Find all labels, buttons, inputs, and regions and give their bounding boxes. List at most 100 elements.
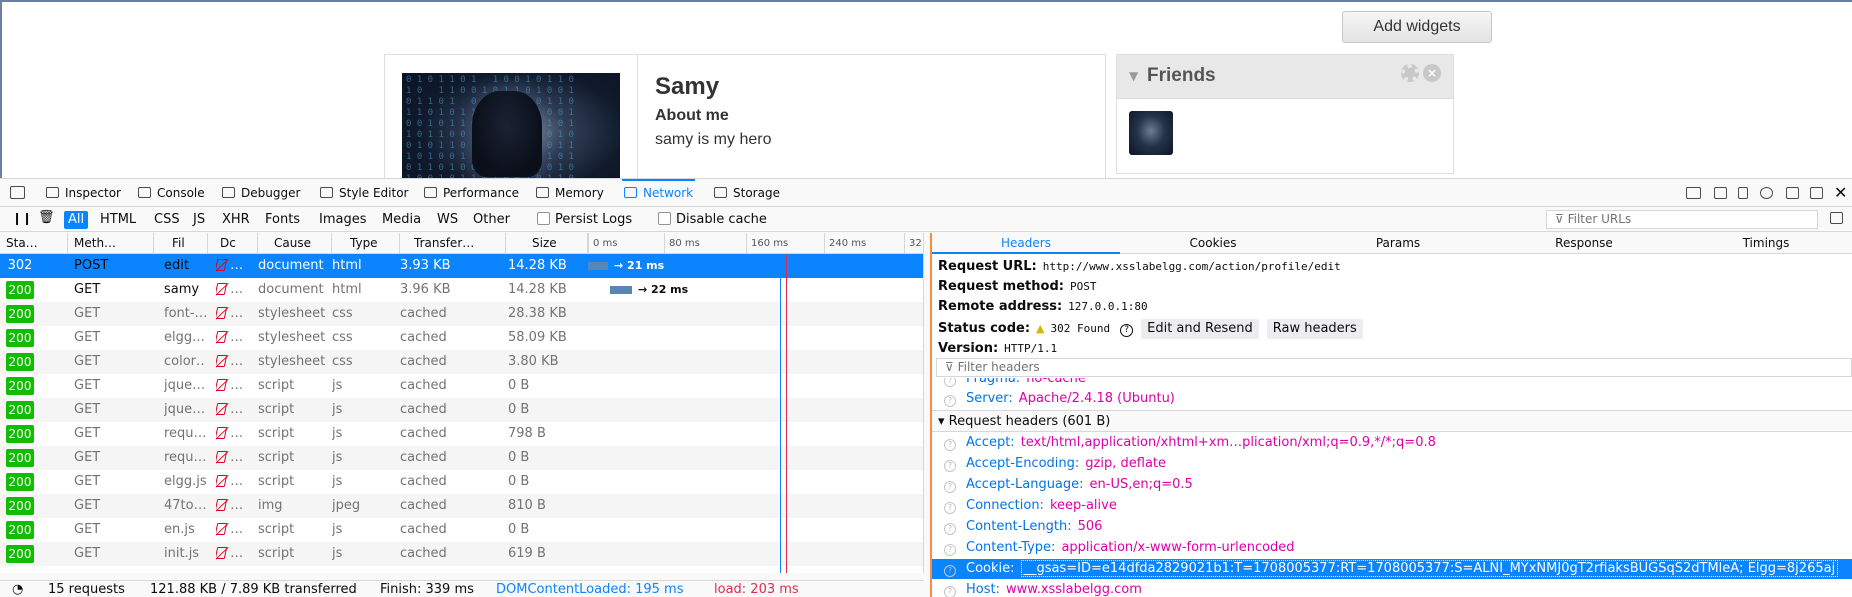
tracking-protection-icon: … bbox=[216, 518, 256, 542]
request-row[interactable]: 200 GET color… … stylesheet css cached 3.80 KB bbox=[0, 350, 923, 374]
tab-params[interactable]: Params bbox=[1306, 233, 1490, 254]
request-row[interactable]: 200 GET requ… … script js cached 798 B bbox=[0, 422, 923, 446]
friend-avatar[interactable] bbox=[1129, 111, 1173, 155]
filter-icon: ⊽ bbox=[945, 360, 958, 374]
request-row[interactable]: 302 POST edit … document html 3.93 KB 14.28 KB… bbox=[0, 254, 923, 278]
tab-debugger[interactable]: Debugger bbox=[222, 179, 300, 207]
tab-style-editor[interactable]: Style Editor bbox=[320, 179, 408, 207]
filter-xhr[interactable]: XHR bbox=[218, 211, 254, 229]
timeline-tick: 80 ms bbox=[664, 233, 700, 254]
help-icon[interactable]: ? bbox=[944, 586, 956, 597]
request-row[interactable]: 200 GET samy … document html 3.96 KB 14.28 KB →… bbox=[0, 278, 923, 302]
gear-icon[interactable] bbox=[1401, 64, 1419, 82]
tab-cookies[interactable]: Cookies bbox=[1120, 233, 1306, 254]
column-domain[interactable]: Dc bbox=[208, 233, 258, 254]
collapse-caret-icon[interactable]: ▼ bbox=[1129, 69, 1138, 83]
header-row[interactable]: ? Server: Apache/2.4.18 (Ubuntu) bbox=[932, 389, 1852, 409]
pause-icon[interactable]: ❙❙ bbox=[12, 211, 32, 225]
request-file: 47to… bbox=[164, 498, 206, 513]
column-size[interactable]: Size bbox=[506, 233, 588, 254]
column-status[interactable]: Sta… bbox=[0, 233, 68, 254]
request-row[interactable]: 200 GET elgg.… … stylesheet css cached 58.09 K… bbox=[0, 326, 923, 350]
filter-images[interactable]: Images bbox=[315, 211, 371, 229]
filter-ws[interactable]: WS bbox=[433, 211, 462, 229]
add-widgets-button[interactable]: Add widgets bbox=[1342, 11, 1492, 43]
tracking-protection-icon: … bbox=[216, 326, 256, 350]
tracking-protection-icon: … bbox=[216, 350, 256, 374]
request-transferred: cached bbox=[400, 498, 447, 513]
tab-timings[interactable]: Timings bbox=[1678, 233, 1852, 254]
column-type[interactable]: Type bbox=[332, 233, 400, 254]
header-row[interactable]: ? Pragma: no-cache bbox=[932, 378, 1852, 389]
header-value: 506 bbox=[1077, 519, 1103, 534]
help-icon[interactable]: ? bbox=[944, 378, 956, 387]
request-header-row[interactable]: ? Accept: text/html,application/xhtml+xm…p… bbox=[932, 433, 1852, 453]
tab-performance[interactable]: Performance bbox=[424, 179, 519, 207]
filter-media[interactable]: Media bbox=[378, 211, 425, 229]
trash-icon[interactable]: 🗑 bbox=[38, 210, 55, 225]
filter-js[interactable]: JS bbox=[189, 211, 209, 229]
edit-and-resend-button[interactable]: Edit and Resend bbox=[1141, 319, 1259, 339]
request-header-row[interactable]: ? Accept-Language: en-US,en;q=0.5 bbox=[932, 475, 1852, 495]
responsive-design-icon[interactable] bbox=[1714, 187, 1727, 199]
tab-memory[interactable]: Memory bbox=[536, 179, 604, 207]
column-file[interactable]: Fil bbox=[154, 233, 208, 254]
filter-html[interactable]: HTML bbox=[96, 211, 140, 229]
filter-urls-input[interactable]: ⊽ Filter URLs bbox=[1546, 210, 1818, 229]
request-row[interactable]: 200 GET font-… … stylesheet css cached 28.38 K… bbox=[0, 302, 923, 326]
screenshot-icon[interactable] bbox=[1738, 187, 1748, 199]
toggle-sidebar-icon[interactable] bbox=[1830, 212, 1843, 224]
help-icon[interactable]: ? bbox=[944, 544, 956, 556]
separate-window-icon[interactable] bbox=[1810, 187, 1823, 199]
tab-console[interactable]: Console bbox=[138, 179, 205, 207]
header-key: Accept-Language: bbox=[966, 477, 1084, 492]
raw-headers-button[interactable]: Raw headers bbox=[1266, 319, 1363, 339]
request-header-row[interactable]: ? Connection: keep-alive bbox=[932, 496, 1852, 516]
help-icon[interactable]: ? bbox=[944, 460, 956, 472]
request-row[interactable]: 200 GET requ… … script js cached 0 B bbox=[0, 446, 923, 470]
request-headers-section[interactable]: ▾ Request headers (601 B) bbox=[932, 410, 1852, 432]
tab-headers[interactable]: Headers bbox=[932, 233, 1120, 254]
request-header-row[interactable]: ? Content-Length: 506 bbox=[932, 517, 1852, 537]
filter-all[interactable]: All bbox=[64, 211, 89, 229]
request-row[interactable]: 200 GET jque… … script js cached 0 B bbox=[0, 374, 923, 398]
tab-inspector[interactable]: Inspector bbox=[46, 179, 121, 207]
tab-response[interactable]: Response bbox=[1490, 233, 1678, 254]
help-icon[interactable]: ? bbox=[944, 565, 956, 577]
column-cause[interactable]: Cause bbox=[258, 233, 332, 254]
request-header-row[interactable]: ? Cookie: __gsas=ID=e14dfda2829021b1:T=170… bbox=[932, 559, 1852, 579]
request-header-row[interactable]: ? Content-Type: application/x-www-form-url… bbox=[932, 538, 1852, 558]
filter-other[interactable]: Other bbox=[469, 211, 514, 229]
column-method[interactable]: Meth… bbox=[68, 233, 154, 254]
request-row[interactable]: 200 GET init.js … script js cached 619 B bbox=[0, 542, 923, 566]
close-icon[interactable]: × bbox=[1423, 64, 1441, 82]
request-row[interactable]: 200 GET en.js … script js cached 0 B bbox=[0, 518, 923, 542]
help-icon[interactable]: ? bbox=[944, 523, 956, 535]
help-icon[interactable]: ? bbox=[944, 502, 956, 514]
request-header-row[interactable]: ? Host: www.xsslabelgg.com bbox=[932, 580, 1852, 597]
filter-fonts[interactable]: Fonts bbox=[261, 211, 304, 229]
persist-logs-checkbox[interactable]: Persist Logs bbox=[537, 212, 632, 227]
request-row[interactable]: 200 GET elgg.js … script js cached 0 B bbox=[0, 470, 923, 494]
column-transferred[interactable]: Transfer… bbox=[400, 233, 506, 254]
performance-analysis-icon[interactable]: ◔ bbox=[12, 581, 23, 597]
settings-gear-icon[interactable] bbox=[1760, 187, 1773, 199]
request-row[interactable]: 200 GET 47to… … img jpeg cached 810 B bbox=[0, 494, 923, 518]
request-transferred: 3.96 KB bbox=[400, 282, 451, 297]
dock-side-icon[interactable] bbox=[1786, 187, 1799, 199]
request-row[interactable]: 200 GET jque… … script js cached 0 B bbox=[0, 398, 923, 422]
filter-headers-input[interactable]: ⊽ Filter headers bbox=[936, 358, 1852, 377]
frame-select-icon[interactable] bbox=[1686, 187, 1701, 199]
close-devtools-icon[interactable]: ✕ bbox=[1834, 183, 1847, 202]
help-icon[interactable]: ? bbox=[944, 395, 956, 407]
disable-cache-checkbox[interactable]: Disable cache bbox=[658, 212, 767, 227]
filter-css[interactable]: CSS bbox=[150, 211, 184, 229]
profile-photo[interactable]: 0 1 0 1 1 0 1 1 0 0 1 0 1 1 0 1 0 1 1 0 … bbox=[402, 73, 620, 178]
help-icon[interactable]: ? bbox=[944, 439, 956, 451]
help-icon[interactable]: ? bbox=[944, 481, 956, 493]
tab-storage[interactable]: Storage bbox=[714, 179, 780, 207]
help-icon[interactable]: ? bbox=[1120, 324, 1134, 337]
tab-network[interactable]: Network bbox=[622, 179, 696, 207]
element-picker-icon[interactable] bbox=[10, 186, 25, 199]
request-header-row[interactable]: ? Accept-Encoding: gzip, deflate bbox=[932, 454, 1852, 474]
